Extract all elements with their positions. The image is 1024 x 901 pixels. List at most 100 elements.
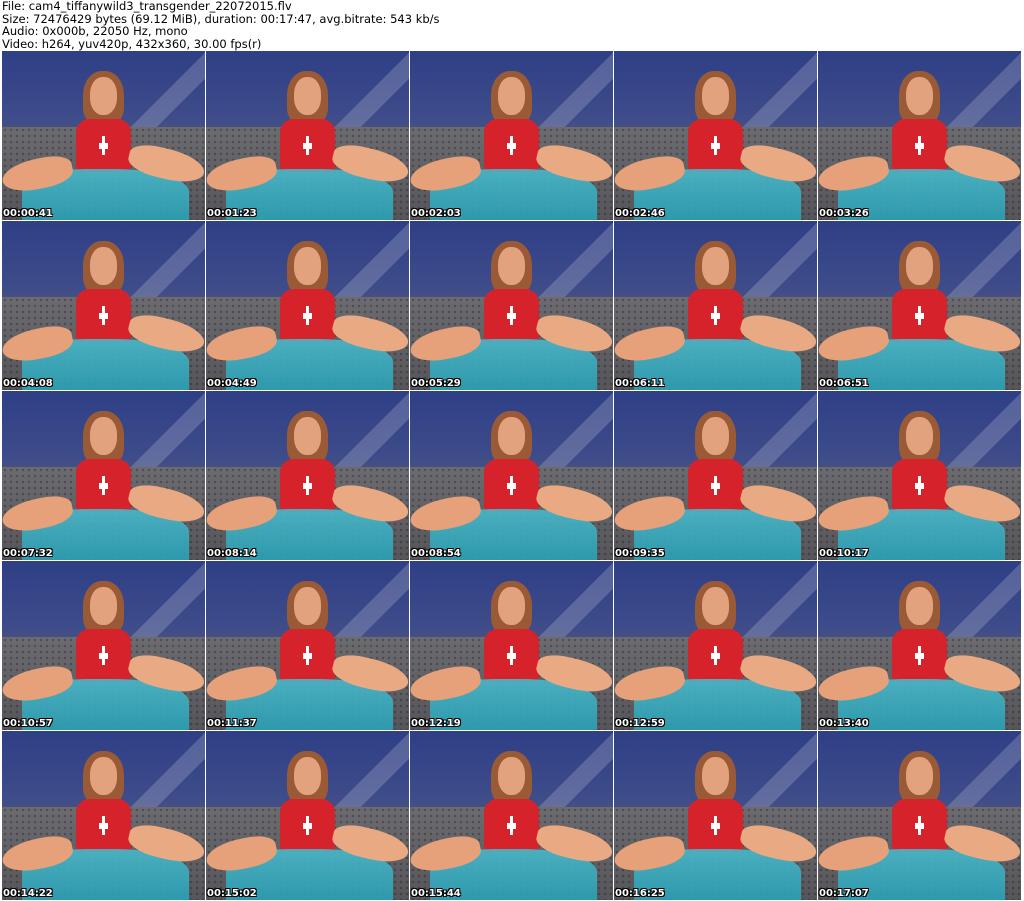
video-thumbnail: 00:12:19 [410,561,613,730]
figure-face [293,587,322,626]
video-thumbnail: 00:11:37 [206,561,409,730]
figure-face [905,77,934,116]
figure-cross [710,306,721,326]
thumbnail-timestamp: 00:02:46 [615,208,665,219]
thumbnail-grid: 00:00:41 00:01:23 00:02:03 00:02:46 00:03:26… [2,51,1022,900]
audio-info-line: Audio: 0x000b, 22050 Hz, mono [2,24,188,38]
video-thumbnail: 00:09:35 [614,391,817,560]
thumbnail-timestamp: 00:04:08 [3,378,53,389]
figure-cross [98,476,109,496]
figure-face [497,417,526,456]
file-name-line: File: cam4_tiffanywild3_transgender_2207… [2,0,292,13]
thumbnail-timestamp: 00:08:14 [207,548,257,559]
video-thumbnail: 00:16:25 [614,731,817,900]
figure-face [497,77,526,116]
figure-face [701,587,730,626]
figure-cross [710,816,721,836]
figure-cross [914,816,925,836]
thumbnail-timestamp: 00:15:02 [207,888,257,899]
video-thumbnail: 00:10:57 [2,561,205,730]
figure-cross [302,306,313,326]
video-thumbnail: 00:02:46 [614,51,817,220]
video-thumbnail: 00:07:32 [2,391,205,560]
thumbnail-timestamp: 00:12:59 [615,718,665,729]
thumbnail-timestamp: 00:01:23 [207,208,257,219]
figure-cross [506,646,517,666]
thumbnail-timestamp: 00:16:25 [615,888,665,899]
figure-cross [914,476,925,496]
thumbnail-timestamp: 00:08:54 [411,548,461,559]
thumbnail-timestamp: 00:02:03 [411,208,461,219]
figure-cross [302,646,313,666]
thumbnail-timestamp: 00:05:29 [411,378,461,389]
figure-face [293,417,322,456]
thumbnail-timestamp: 00:13:40 [819,718,869,729]
video-thumbnail: 00:13:40 [818,561,1021,730]
video-thumbnail: 00:06:51 [818,221,1021,390]
figure-face [89,587,118,626]
thumbnail-timestamp: 00:06:11 [615,378,665,389]
figure-face [497,757,526,796]
video-thumbnail: 00:02:03 [410,51,613,220]
figure-cross [710,136,721,156]
figure-cross [98,136,109,156]
thumbnail-timestamp: 00:00:41 [3,208,53,219]
video-thumbnail: 00:04:08 [2,221,205,390]
thumbnail-timestamp: 00:06:51 [819,378,869,389]
video-thumbnail: 00:17:07 [818,731,1021,900]
thumbnail-timestamp: 00:11:37 [207,718,257,729]
figure-cross [98,306,109,326]
thumbnail-timestamp: 00:15:44 [411,888,461,899]
thumbnail-timestamp: 00:12:19 [411,718,461,729]
thumbnail-timestamp: 00:10:57 [3,718,53,729]
figure-face [701,247,730,286]
thumbnail-timestamp: 00:03:26 [819,208,869,219]
figure-cross [914,646,925,666]
file-info-header: File: cam4_tiffanywild3_transgender_2207… [2,0,1022,50]
video-thumbnail: 00:04:49 [206,221,409,390]
video-thumbnail: 00:14:22 [2,731,205,900]
video-thumbnail: 00:00:41 [2,51,205,220]
video-thumbnail: 00:12:59 [614,561,817,730]
video-thumbnail: 00:03:26 [818,51,1021,220]
figure-cross [710,476,721,496]
figure-face [293,247,322,286]
video-thumbnail: 00:15:44 [410,731,613,900]
video-thumbnail: 00:08:54 [410,391,613,560]
figure-cross [98,816,109,836]
figure-cross [302,136,313,156]
figure-cross [506,816,517,836]
figure-cross [506,136,517,156]
figure-cross [98,646,109,666]
video-thumbnail: 00:01:23 [206,51,409,220]
figure-face [89,247,118,286]
figure-face [89,757,118,796]
figure-face [701,757,730,796]
video-info-line: Video: h264, yuv420p, 432x360, 30.00 fps… [2,36,262,51]
figure-cross [506,306,517,326]
figure-cross [302,816,313,836]
video-thumbnail: 00:06:11 [614,221,817,390]
figure-cross [506,476,517,496]
video-thumbnail: 00:05:29 [410,221,613,390]
figure-face [701,77,730,116]
thumbnail-timestamp: 00:17:07 [819,888,869,899]
figure-face [497,247,526,286]
figure-face [293,757,322,796]
figure-face [701,417,730,456]
figure-face [497,587,526,626]
figure-face [905,757,934,796]
figure-face [293,77,322,116]
thumbnail-timestamp: 00:14:22 [3,888,53,899]
figure-face [905,247,934,286]
thumbnail-timestamp: 00:07:32 [3,548,53,559]
figure-cross [710,646,721,666]
figure-face [905,417,934,456]
figure-cross [302,476,313,496]
thumbnail-timestamp: 00:04:49 [207,378,257,389]
figure-cross [914,136,925,156]
figure-face [905,587,934,626]
figure-face [89,77,118,116]
video-thumbnail: 00:15:02 [206,731,409,900]
figure-face [89,417,118,456]
